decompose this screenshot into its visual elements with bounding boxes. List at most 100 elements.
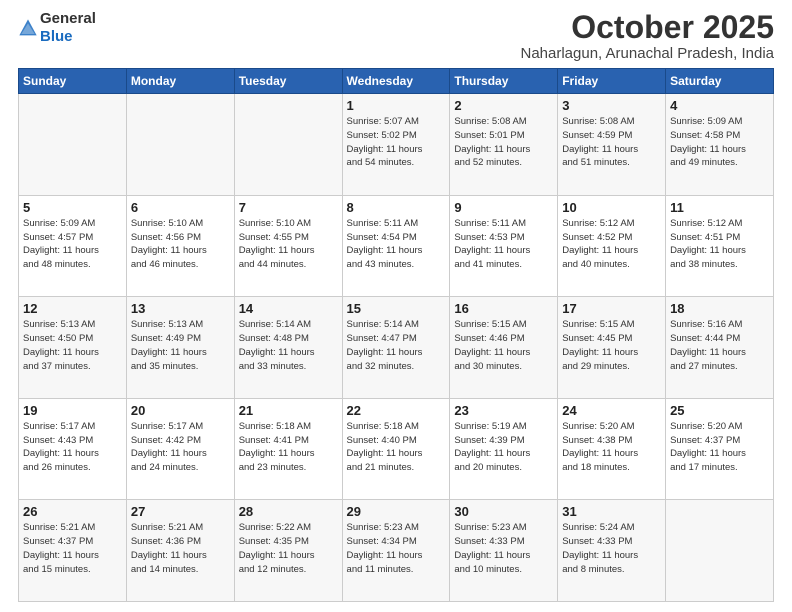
calendar-cell: 16Sunrise: 5:15 AM Sunset: 4:46 PM Dayli… — [450, 297, 558, 399]
calendar-cell: 15 Sunrise: 5:14 AM Sunset: 4:47 PM Dayli… — [342, 297, 450, 399]
weekday-header-friday: Friday — [558, 69, 666, 94]
weekday-header-saturday: Saturday — [666, 69, 774, 94]
day-number: 4 — [670, 98, 769, 113]
day-number: 16 — [454, 301, 553, 316]
day-info: Sunrise: 5:10 AM Sunset: 4:55 PM Dayligh… — [239, 217, 338, 272]
day-info: Sunrise: 5:20 AM Sunset: 4:38 PM Dayligh… — [562, 420, 661, 475]
calendar-cell: 5 Sunrise: 5:09 AM Sunset: 4:57 PM Daylig… — [19, 195, 127, 297]
day-number: 21 — [239, 403, 338, 418]
page: General Blue October 2025 Naharlagun, Ar… — [0, 0, 792, 612]
calendar-cell: 7 Sunrise: 5:10 AM Sunset: 4:55 PM Daylig… — [234, 195, 342, 297]
calendar-cell: 8 Sunrise: 5:11 AM Sunset: 4:54 PM Daylig… — [342, 195, 450, 297]
day-info: Sunrise: 5:11 AM Sunset: 4:53 PM Dayligh… — [454, 217, 553, 272]
day-info: Sunrise: 5:08 AM Sunset: 4:59 PM Dayligh… — [562, 115, 661, 170]
header: General Blue October 2025 Naharlagun, Ar… — [18, 10, 774, 62]
calendar-cell: 3 Sunrise: 5:08 AM Sunset: 4:59 PM Daylig… — [558, 94, 666, 196]
calendar-cell: 11 Sunrise: 5:12 AM Sunset: 4:51 PM Dayli… — [666, 195, 774, 297]
day-number: 23 — [454, 403, 553, 418]
calendar-cell: 31 Sunrise: 5:24 AM Sunset: 4:33 PM Dayli… — [558, 500, 666, 602]
calendar-cell: 19 Sunrise: 5:17 AM Sunset: 4:43 PM Dayli… — [19, 398, 127, 500]
calendar-cell: 10Sunrise: 5:12 AM Sunset: 4:52 PM Dayli… — [558, 195, 666, 297]
day-info: Sunrise: 5:09 AM Sunset: 4:57 PM Dayligh… — [23, 217, 122, 272]
day-number: 31 — [562, 504, 661, 519]
calendar-cell: 29Sunrise: 5:23 AM Sunset: 4:34 PM Dayli… — [342, 500, 450, 602]
day-number: 25 — [670, 403, 769, 418]
calendar-cell: 21 Sunrise: 5:18 AM Sunset: 4:41 PM Dayli… — [234, 398, 342, 500]
day-info: Sunrise: 5:11 AM Sunset: 4:54 PM Dayligh… — [347, 217, 446, 272]
day-number: 14 — [239, 301, 338, 316]
day-info: Sunrise: 5:14 AM Sunset: 4:48 PM Dayligh… — [239, 318, 338, 373]
day-info: Sunrise: 5:24 AM Sunset: 4:33 PM Dayligh… — [562, 521, 661, 576]
weekday-header-sunday: Sunday — [19, 69, 127, 94]
calendar-week-4: 19 Sunrise: 5:17 AM Sunset: 4:43 PM Dayli… — [19, 398, 774, 500]
day-info: Sunrise: 5:13 AM Sunset: 4:50 PM Dayligh… — [23, 318, 122, 373]
day-number: 28 — [239, 504, 338, 519]
calendar-cell: 24Sunrise: 5:20 AM Sunset: 4:38 PM Dayli… — [558, 398, 666, 500]
logo-general: General — [40, 10, 96, 27]
logo: General Blue — [18, 10, 96, 46]
location-title: Naharlagun, Arunachal Pradesh, India — [520, 45, 774, 62]
calendar-cell — [234, 94, 342, 196]
day-info: Sunrise: 5:08 AM Sunset: 5:01 PM Dayligh… — [454, 115, 553, 170]
weekday-header-thursday: Thursday — [450, 69, 558, 94]
calendar-cell — [666, 500, 774, 602]
calendar-cell: 25 Sunrise: 5:20 AM Sunset: 4:37 PM Dayli… — [666, 398, 774, 500]
calendar-week-1: 1 Sunrise: 5:07 AM Sunset: 5:02 PM Daylig… — [19, 94, 774, 196]
day-info: Sunrise: 5:18 AM Sunset: 4:41 PM Dayligh… — [239, 420, 338, 475]
day-info: Sunrise: 5:13 AM Sunset: 4:49 PM Dayligh… — [131, 318, 230, 373]
calendar-cell: 14 Sunrise: 5:14 AM Sunset: 4:48 PM Dayli… — [234, 297, 342, 399]
calendar-cell — [126, 94, 234, 196]
day-number: 5 — [23, 200, 122, 215]
day-info: Sunrise: 5:21 AM Sunset: 4:36 PM Dayligh… — [131, 521, 230, 576]
calendar-cell: 13Sunrise: 5:13 AM Sunset: 4:49 PM Dayli… — [126, 297, 234, 399]
day-number: 11 — [670, 200, 769, 215]
calendar-cell: 27Sunrise: 5:21 AM Sunset: 4:36 PM Dayli… — [126, 500, 234, 602]
day-info: Sunrise: 5:23 AM Sunset: 4:33 PM Dayligh… — [454, 521, 553, 576]
day-number: 12 — [23, 301, 122, 316]
day-number: 26 — [23, 504, 122, 519]
day-number: 22 — [347, 403, 446, 418]
day-number: 19 — [23, 403, 122, 418]
month-title: October 2025 — [520, 10, 774, 45]
day-number: 7 — [239, 200, 338, 215]
day-info: Sunrise: 5:20 AM Sunset: 4:37 PM Dayligh… — [670, 420, 769, 475]
logo-icon — [18, 18, 38, 38]
calendar-cell: 1 Sunrise: 5:07 AM Sunset: 5:02 PM Daylig… — [342, 94, 450, 196]
day-number: 1 — [347, 98, 446, 113]
day-number: 9 — [454, 200, 553, 215]
title-block: October 2025 Naharlagun, Arunachal Prade… — [520, 10, 774, 62]
day-info: Sunrise: 5:09 AM Sunset: 4:58 PM Dayligh… — [670, 115, 769, 170]
day-info: Sunrise: 5:07 AM Sunset: 5:02 PM Dayligh… — [347, 115, 446, 170]
day-number: 6 — [131, 200, 230, 215]
day-number: 2 — [454, 98, 553, 113]
calendar-cell: 12 Sunrise: 5:13 AM Sunset: 4:50 PM Dayli… — [19, 297, 127, 399]
day-number: 8 — [347, 200, 446, 215]
weekday-header-monday: Monday — [126, 69, 234, 94]
day-number: 15 — [347, 301, 446, 316]
day-info: Sunrise: 5:12 AM Sunset: 4:51 PM Dayligh… — [670, 217, 769, 272]
day-info: Sunrise: 5:21 AM Sunset: 4:37 PM Dayligh… — [23, 521, 122, 576]
day-info: Sunrise: 5:17 AM Sunset: 4:42 PM Dayligh… — [131, 420, 230, 475]
day-number: 10 — [562, 200, 661, 215]
calendar-cell: 2 Sunrise: 5:08 AM Sunset: 5:01 PM Daylig… — [450, 94, 558, 196]
calendar-cell: 18Sunrise: 5:16 AM Sunset: 4:44 PM Dayli… — [666, 297, 774, 399]
calendar-cell: 22Sunrise: 5:18 AM Sunset: 4:40 PM Dayli… — [342, 398, 450, 500]
weekday-header-row: SundayMondayTuesdayWednesdayThursdayFrid… — [19, 69, 774, 94]
day-number: 29 — [347, 504, 446, 519]
calendar-cell: 9 Sunrise: 5:11 AM Sunset: 4:53 PM Daylig… — [450, 195, 558, 297]
day-number: 3 — [562, 98, 661, 113]
day-number: 18 — [670, 301, 769, 316]
calendar-cell: 20 Sunrise: 5:17 AM Sunset: 4:42 PM Dayli… — [126, 398, 234, 500]
day-info: Sunrise: 5:10 AM Sunset: 4:56 PM Dayligh… — [131, 217, 230, 272]
calendar-week-2: 5 Sunrise: 5:09 AM Sunset: 4:57 PM Daylig… — [19, 195, 774, 297]
day-number: 20 — [131, 403, 230, 418]
day-info: Sunrise: 5:17 AM Sunset: 4:43 PM Dayligh… — [23, 420, 122, 475]
weekday-header-tuesday: Tuesday — [234, 69, 342, 94]
weekday-header-wednesday: Wednesday — [342, 69, 450, 94]
day-info: Sunrise: 5:14 AM Sunset: 4:47 PM Dayligh… — [347, 318, 446, 373]
calendar-cell: 6 Sunrise: 5:10 AM Sunset: 4:56 PM Daylig… — [126, 195, 234, 297]
calendar-cell: 4 Sunrise: 5:09 AM Sunset: 4:58 PM Daylig… — [666, 94, 774, 196]
calendar-cell: 23Sunrise: 5:19 AM Sunset: 4:39 PM Dayli… — [450, 398, 558, 500]
day-info: Sunrise: 5:15 AM Sunset: 4:45 PM Dayligh… — [562, 318, 661, 373]
calendar-week-3: 12 Sunrise: 5:13 AM Sunset: 4:50 PM Dayli… — [19, 297, 774, 399]
